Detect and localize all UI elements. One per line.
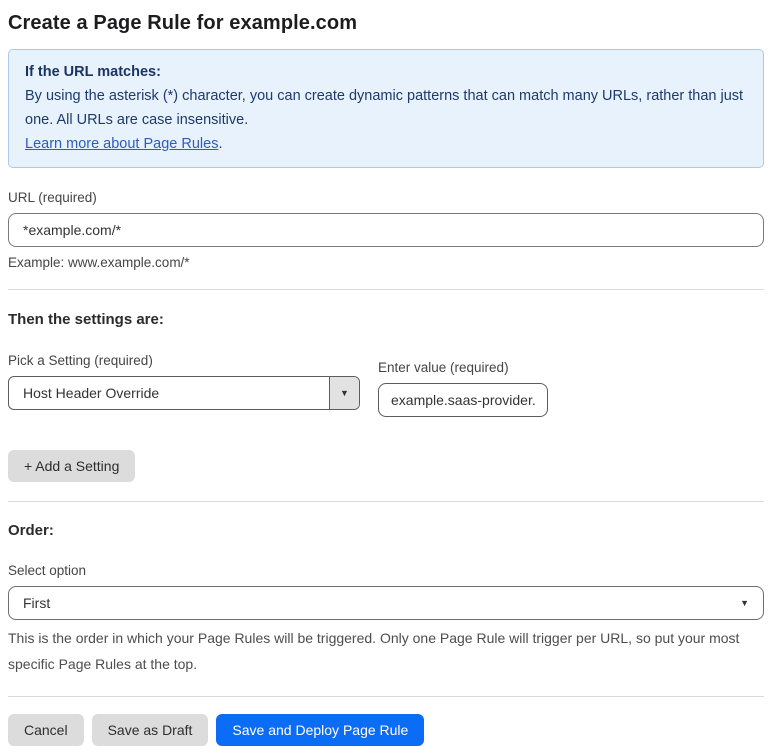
order-help-text: This is the order in which your Page Rul…	[8, 630, 740, 672]
setting-select-value: Host Header Override	[23, 385, 160, 401]
settings-section-heading: Then the settings are:	[8, 311, 164, 328]
setting-value-column: Enter value (required)	[378, 360, 548, 417]
setting-select-column: Pick a Setting (required) Host Header Ov…	[8, 353, 360, 410]
setting-value-input[interactable]	[378, 383, 548, 417]
order-select[interactable]: First ▼	[8, 586, 764, 620]
order-select-value: First	[23, 595, 51, 611]
cancel-button[interactable]: Cancel	[8, 714, 84, 746]
info-box-heading: If the URL matches:	[25, 64, 161, 80]
url-example-hint: Example: www.example.com/*	[8, 255, 190, 270]
setting-select-label: Pick a Setting (required)	[8, 353, 153, 368]
add-setting-button[interactable]: + Add a Setting	[8, 450, 136, 482]
setting-select[interactable]: Host Header Override ▼	[8, 376, 360, 410]
url-field-label: URL (required)	[8, 190, 97, 205]
link-period: .	[218, 136, 223, 152]
url-input[interactable]	[8, 213, 764, 247]
footer-button-row: Cancel Save as Draft Save and Deploy Pag…	[8, 714, 764, 746]
chevron-down-icon: ▼	[740, 598, 749, 608]
order-section-heading: Order:	[8, 522, 54, 539]
info-box-link-line: Learn more about Page Rules.	[25, 132, 747, 156]
settings-row: Pick a Setting (required) Host Header Ov…	[8, 353, 764, 417]
info-box-body: By using the asterisk (*) character, you…	[25, 88, 744, 128]
page-title: Create a Page Rule for example.com	[8, 12, 358, 34]
save-as-draft-button[interactable]: Save as Draft	[91, 714, 209, 746]
divider	[8, 696, 764, 697]
url-match-info-box: If the URL matches: By using the asteris…	[8, 49, 764, 168]
setting-select-arrow-button[interactable]: ▼	[329, 377, 359, 409]
divider	[8, 289, 764, 290]
learn-more-link[interactable]: Learn more about Page Rules	[25, 136, 218, 152]
save-and-deploy-button[interactable]: Save and Deploy Page Rule	[216, 714, 425, 746]
chevron-down-icon: ▼	[340, 388, 349, 398]
divider	[8, 501, 764, 502]
value-field-label: Enter value (required)	[378, 360, 509, 375]
order-select-label: Select option	[8, 563, 87, 578]
